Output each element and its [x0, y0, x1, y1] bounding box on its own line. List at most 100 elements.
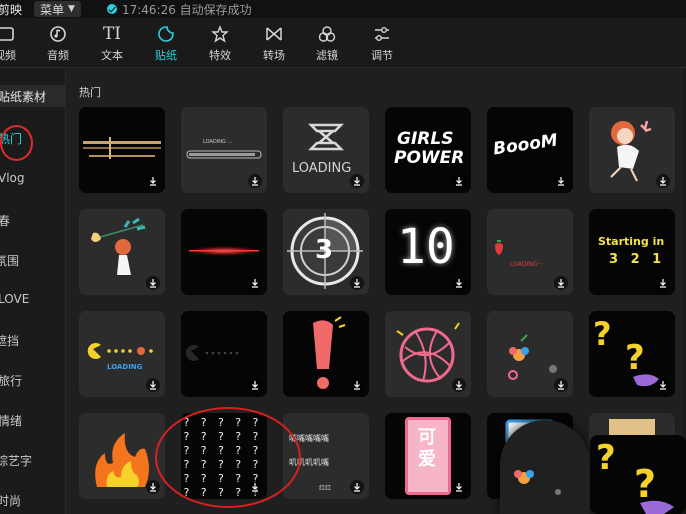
tab-transition-label: 转场 — [263, 49, 285, 62]
sticker-text: 红红 — [319, 485, 332, 492]
download-icon[interactable] — [350, 276, 364, 290]
tab-sticker[interactable]: 贴纸 — [139, 18, 193, 68]
sticker-card[interactable]: GIRLS POWER — [385, 107, 471, 193]
title-bar: 剪映 菜单 ▼ 17:46:26 自动保存成功 — [0, 0, 686, 18]
sidebar-item-emotion[interactable]: 情绪 — [0, 412, 22, 429]
check-circle-icon — [106, 4, 117, 14]
download-icon[interactable] — [350, 480, 364, 494]
flower-doodle-preview — [514, 470, 561, 495]
filter-icon — [317, 23, 337, 45]
sticker-preview-popup — [500, 420, 590, 514]
sidebar-item-love[interactable]: LOVE — [0, 292, 29, 306]
tab-transition[interactable]: 转场 — [247, 18, 301, 68]
sticker-card[interactable] — [181, 209, 267, 295]
sticker-text: LOADING — [292, 161, 352, 176]
sticker-card[interactable]: 10 — [385, 209, 471, 295]
download-icon[interactable] — [452, 276, 466, 290]
download-icon[interactable] — [248, 276, 262, 290]
text-icon: TI — [102, 24, 122, 44]
sidebar-header-label: 贴纸素材 — [0, 90, 47, 104]
download-icon[interactable] — [452, 480, 466, 494]
red-circle-annotation — [0, 125, 33, 161]
tab-adjust[interactable]: 调节 — [355, 18, 409, 68]
sticker-card[interactable] — [79, 209, 165, 295]
sticker-card[interactable] — [283, 311, 369, 397]
download-icon[interactable] — [554, 276, 568, 290]
download-icon[interactable] — [656, 174, 670, 188]
download-icon[interactable] — [146, 174, 160, 188]
sidebar-item-spring[interactable]: 春 — [0, 212, 10, 229]
sticker-card[interactable] — [487, 311, 573, 397]
sticker-text: LOADING ... — [203, 139, 233, 145]
sticker-icon — [157, 23, 175, 45]
download-icon[interactable] — [146, 378, 160, 392]
download-icon[interactable] — [554, 378, 568, 392]
transition-icon — [264, 23, 284, 45]
sticker-card[interactable] — [79, 107, 165, 193]
tab-audio-label: 音频 — [47, 49, 69, 62]
download-icon[interactable] — [554, 174, 568, 188]
sticker-text: 3 — [315, 235, 334, 265]
audio-icon — [49, 23, 67, 45]
svg-text:?: ? — [625, 338, 645, 378]
sidebar-item-travel[interactable]: 旅行 — [0, 372, 22, 389]
sticker-card[interactable]: LOADING ... — [181, 107, 267, 193]
tab-audio[interactable]: 音频 — [31, 18, 85, 68]
sticker-card[interactable]: 3 — [283, 209, 369, 295]
sticker-card[interactable]: ? ? — [589, 311, 675, 397]
adjust-icon — [372, 23, 392, 45]
sticker-card[interactable] — [385, 311, 471, 397]
sidebar-header[interactable]: 贴纸素材 — [0, 85, 66, 107]
app-title: 剪映 — [0, 2, 23, 17]
download-icon[interactable] — [452, 378, 466, 392]
sticker-text: LOADING — [107, 363, 143, 371]
sticker-text: 可爱 — [418, 427, 436, 470]
sticker-card[interactable] — [79, 413, 165, 499]
sticker-card[interactable]: LOADING··· — [487, 209, 573, 295]
media-toolbar: 视频 音频 TI 文本 贴纸 特效 转场 滤镜 — [0, 18, 686, 68]
sticker-text: GIRLS — [397, 129, 454, 149]
menu-label: 菜单 — [40, 2, 65, 17]
tab-effects-label: 特效 — [209, 49, 231, 62]
sidebar-item-cover[interactable]: 遮挡 — [0, 332, 19, 349]
sticker-card[interactable]: LOADING — [79, 311, 165, 397]
sticker-text: BoooM — [491, 130, 559, 160]
sticker-preview-large: ? ? — [590, 435, 686, 514]
sticker-text: Starting in — [598, 235, 665, 248]
download-icon[interactable] — [248, 378, 262, 392]
save-status-text: 17:46:26 自动保存成功 — [121, 2, 252, 17]
download-icon[interactable] — [350, 174, 364, 188]
tab-text[interactable]: TI 文本 — [85, 18, 139, 68]
red-oval-annotation — [155, 407, 301, 508]
section-title: 热门 — [79, 86, 101, 99]
sticker-text: LOADING··· — [510, 261, 544, 268]
download-icon[interactable] — [146, 480, 160, 494]
sticker-card[interactable]: 可爱 — [385, 413, 471, 499]
tab-filter[interactable]: 滤镜 — [300, 18, 354, 68]
download-icon[interactable] — [146, 276, 160, 290]
save-status: 17:46:26 自动保存成功 — [106, 1, 252, 18]
sidebar-item-vlog[interactable]: Vlog — [0, 171, 25, 185]
sidebar-item-fashion[interactable]: 时尚 — [0, 492, 21, 509]
tab-sticker-label: 贴纸 — [155, 49, 177, 62]
download-icon[interactable] — [248, 174, 262, 188]
download-icon[interactable] — [656, 276, 670, 290]
download-icon[interactable] — [350, 378, 364, 392]
sticker-card[interactable]: LOADING — [283, 107, 369, 193]
sticker-card[interactable]: Starting in 3 2 1 — [589, 209, 675, 295]
sticker-card[interactable]: BoooM — [487, 107, 573, 193]
tab-video[interactable]: 视频 — [0, 18, 32, 68]
sidebar-item-variety-text[interactable]: 综艺字 — [0, 452, 32, 469]
sticker-card[interactable] — [181, 311, 267, 397]
menu-button[interactable]: 菜单 ▼ — [34, 1, 81, 17]
download-icon[interactable] — [656, 378, 670, 392]
tab-text-label: 文本 — [101, 49, 123, 62]
svg-text:?: ? — [634, 462, 656, 506]
sidebar-item-atmosphere[interactable]: 氛围 — [0, 252, 19, 269]
download-icon[interactable] — [452, 174, 466, 188]
tab-effects[interactable]: 特效 — [193, 18, 247, 68]
sticker-card[interactable] — [589, 107, 675, 193]
tab-adjust-label: 调节 — [371, 49, 393, 62]
sticker-text: 3 2 1 — [609, 252, 666, 267]
tab-filter-label: 滤镜 — [316, 49, 338, 62]
